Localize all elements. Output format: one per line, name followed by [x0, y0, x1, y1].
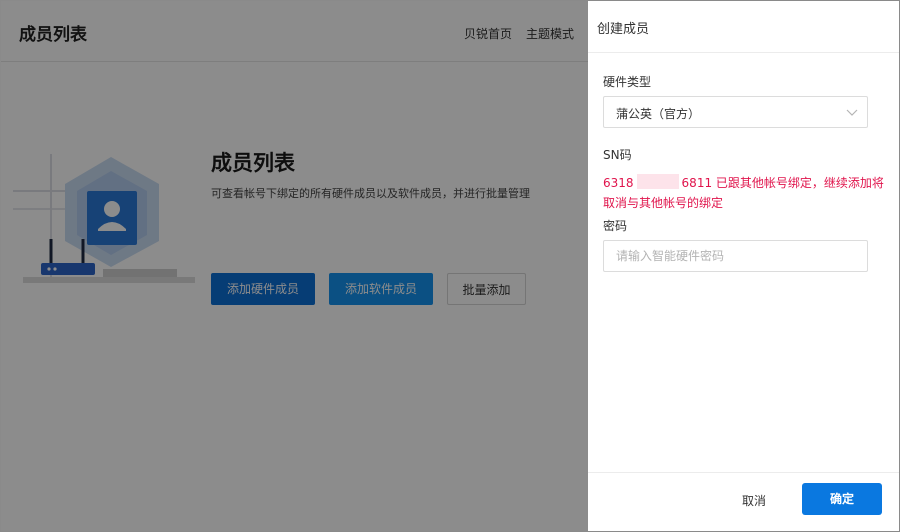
sn-prefix: 6318: [603, 176, 634, 190]
chevron-down-icon: [846, 109, 858, 116]
drawer-header: 创建成员: [588, 1, 899, 53]
sn-code-label: SN码: [603, 148, 632, 162]
confirm-button[interactable]: 确定: [802, 483, 882, 515]
app-window: 成员列表 贝锐首页 主题模式 成员列表 可查看帐号下绑定的所有硬件成员以及软件成…: [0, 0, 900, 532]
sn-suffix: 6811: [681, 176, 713, 190]
sn-error-message: 6318 6811 已跟其他帐号绑定，继续添加将 取消与其他帐号的绑定: [603, 173, 893, 213]
hardware-type-label: 硬件类型: [603, 75, 652, 89]
sn-error-text-line2: 取消与其他帐号的绑定: [603, 196, 724, 210]
hardware-type-select[interactable]: 蒲公英（官方）: [603, 96, 868, 128]
cancel-button[interactable]: 取消: [728, 486, 780, 517]
drawer-footer: 取消 确定: [588, 472, 899, 531]
create-member-drawer: 创建成员 硬件类型 蒲公英（官方） SN码 6318 6811 已跟其他帐号绑定，…: [588, 1, 899, 531]
hardware-type-value: 蒲公英（官方）: [616, 107, 701, 121]
drawer-title: 创建成员: [597, 22, 650, 37]
password-input[interactable]: [603, 240, 868, 272]
sn-error-text-line1: 已跟其他帐号绑定，继续添加将: [715, 176, 884, 190]
password-label: 密码: [603, 219, 628, 233]
sn-masked-segment: [636, 174, 679, 189]
